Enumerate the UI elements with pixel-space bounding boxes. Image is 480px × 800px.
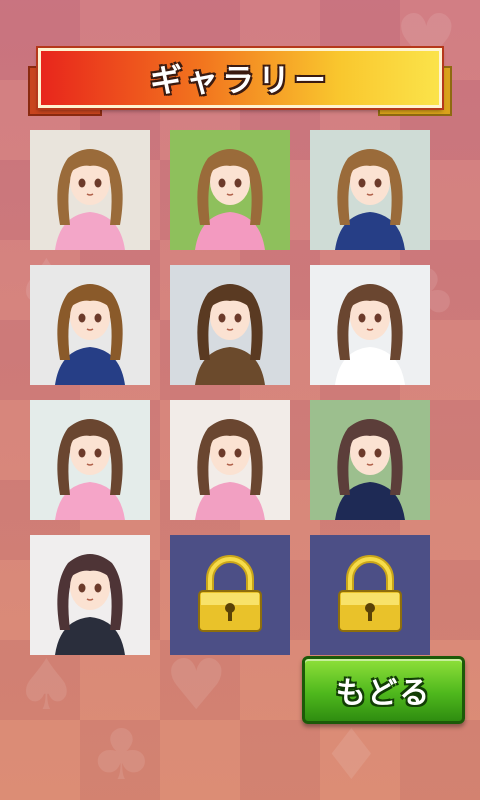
club-pattern-icon: ♣: [90, 714, 153, 796]
gallery-tile-illustration[interactable]: [30, 265, 150, 385]
gallery-tile-illustration[interactable]: [170, 265, 290, 385]
gallery-tile-illustration[interactable]: [170, 130, 290, 250]
character-illustration: [30, 400, 150, 520]
spade-pattern-icon: ♠: [15, 644, 78, 726]
gallery-tile-locked[interactable]: [170, 535, 290, 655]
character-illustration: [170, 130, 290, 250]
character-illustration: [310, 130, 430, 250]
character-illustration: [310, 265, 430, 385]
gallery-tile-illustration[interactable]: [310, 265, 430, 385]
back-button[interactable]: もどる: [302, 656, 465, 724]
title-banner: ギャラリー: [28, 48, 452, 116]
character-illustration: [30, 535, 150, 655]
character-illustration: [30, 130, 150, 250]
character-illustration: [170, 265, 290, 385]
character-illustration: [310, 400, 430, 520]
gallery-tile-illustration[interactable]: [30, 535, 150, 655]
gallery-tile-locked[interactable]: [310, 535, 430, 655]
page-title: ギャラリー: [149, 61, 330, 99]
gallery-tile-illustration[interactable]: [170, 400, 290, 520]
character-illustration: [170, 400, 290, 520]
gallery-tile-illustration[interactable]: [310, 400, 430, 520]
gallery-tile-illustration[interactable]: [30, 130, 150, 250]
gallery-tile-illustration[interactable]: [30, 400, 150, 520]
back-button-label: もどる: [335, 676, 432, 711]
character-illustration: [30, 265, 150, 385]
banner-plate: ギャラリー: [38, 48, 442, 108]
padlock-icon: [198, 555, 262, 632]
heart-pattern-icon: ♥: [165, 644, 228, 726]
diamond-pattern-icon: ♦: [320, 714, 383, 796]
padlock-icon: [338, 555, 402, 632]
gallery-tile-illustration[interactable]: [310, 130, 430, 250]
